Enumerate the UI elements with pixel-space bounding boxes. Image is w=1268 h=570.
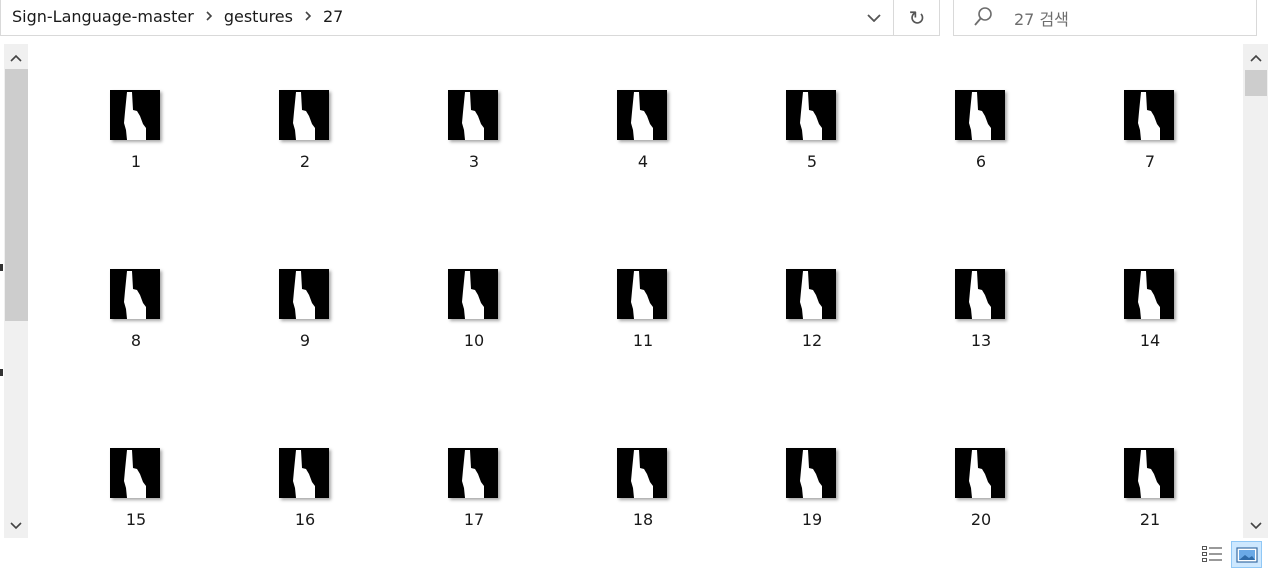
file-item[interactable]: 17 <box>414 448 534 558</box>
file-item[interactable]: 4 <box>583 90 703 200</box>
file-name-label: 18 <box>632 510 654 529</box>
breadcrumb-item-gestures[interactable]: gestures <box>224 7 293 26</box>
chevron-right-icon[interactable] <box>299 5 317 27</box>
scroll-up-arrow-icon[interactable] <box>4 46 28 70</box>
hand-gesture-thumbnail <box>110 269 160 319</box>
hand-gesture-thumbnail <box>279 448 329 498</box>
file-item[interactable]: 20 <box>921 448 1041 558</box>
hand-gesture-thumbnail <box>955 90 1005 140</box>
file-name-label: 12 <box>801 331 823 350</box>
file-name-label: 10 <box>463 331 485 350</box>
hand-gesture-thumbnail <box>786 90 836 140</box>
file-name-label: 11 <box>632 331 654 350</box>
file-name-label: 14 <box>1139 331 1161 350</box>
file-name-label: 3 <box>468 152 480 171</box>
file-name-label: 5 <box>806 152 818 171</box>
file-name-label: 20 <box>970 510 992 529</box>
hand-gesture-thumbnail <box>110 448 160 498</box>
file-name-label: 7 <box>1144 152 1156 171</box>
file-name-label: 2 <box>299 152 311 171</box>
hand-gesture-thumbnail <box>110 90 160 140</box>
file-item[interactable]: 7 <box>1090 90 1210 200</box>
file-item[interactable]: 13 <box>921 269 1041 379</box>
file-item[interactable]: 3 <box>414 90 534 200</box>
file-name-label: 6 <box>975 152 987 171</box>
search-input[interactable]: 27 검색 <box>1014 6 1069 30</box>
hand-gesture-thumbnail <box>617 269 667 319</box>
details-view-button[interactable] <box>1201 544 1223 564</box>
breadcrumb-item-27[interactable]: 27 <box>323 7 343 26</box>
hand-gesture-thumbnail <box>617 90 667 140</box>
hand-gesture-thumbnail <box>448 269 498 319</box>
file-item[interactable]: 1 <box>76 90 196 200</box>
file-item[interactable]: 2 <box>245 90 365 200</box>
file-name-label: 1 <box>130 152 142 171</box>
file-name-label: 15 <box>125 510 147 529</box>
file-item[interactable]: 16 <box>245 448 365 558</box>
file-item[interactable]: 6 <box>921 90 1041 200</box>
navigation-pane-scroll-thumb[interactable] <box>5 69 28 321</box>
file-name-label: 4 <box>637 152 649 171</box>
file-name-label: 17 <box>463 510 485 529</box>
file-name-label: 9 <box>299 331 311 350</box>
hand-gesture-thumbnail <box>1124 448 1174 498</box>
details-view-icon <box>1202 546 1222 562</box>
file-item[interactable]: 21 <box>1090 448 1210 558</box>
large-icons-view-button[interactable] <box>1231 541 1262 568</box>
hand-gesture-thumbnail <box>279 90 329 140</box>
divider <box>893 0 894 36</box>
file-item[interactable]: 10 <box>414 269 534 379</box>
file-name-label: 19 <box>801 510 823 529</box>
hand-gesture-thumbnail <box>786 448 836 498</box>
file-item[interactable]: 15 <box>76 448 196 558</box>
chevron-down-icon <box>867 13 881 22</box>
refresh-icon: ↻ <box>908 5 926 30</box>
file-item[interactable]: 9 <box>245 269 365 379</box>
scroll-down-arrow-icon[interactable] <box>4 514 28 538</box>
breadcrumb-item-sign-language-master[interactable]: Sign-Language-master <box>12 7 194 26</box>
hand-gesture-thumbnail <box>279 269 329 319</box>
file-name-label: 16 <box>294 510 316 529</box>
edge-mark <box>0 369 3 376</box>
file-name-label: 21 <box>1139 510 1161 529</box>
large-icons-view-icon <box>1235 546 1258 563</box>
file-name-label: 13 <box>970 331 992 350</box>
file-item[interactable]: 8 <box>76 269 196 379</box>
file-item[interactable]: 14 <box>1090 269 1210 379</box>
file-item[interactable]: 12 <box>752 269 872 379</box>
chevron-right-icon[interactable] <box>200 5 218 27</box>
refresh-button[interactable]: ↻ <box>895 1 939 34</box>
scroll-up-arrow-icon[interactable] <box>1244 46 1268 70</box>
hand-gesture-thumbnail <box>1124 269 1174 319</box>
search-box[interactable]: 27 검색 <box>953 0 1257 36</box>
content-scrollbar[interactable] <box>1243 44 1268 538</box>
search-icon <box>974 7 992 26</box>
file-item[interactable]: 5 <box>752 90 872 200</box>
hand-gesture-thumbnail <box>448 448 498 498</box>
recent-locations-dropdown-button[interactable] <box>857 1 891 34</box>
file-name-label: 8 <box>130 331 142 350</box>
scroll-down-arrow-icon[interactable] <box>1244 514 1268 538</box>
file-item[interactable]: 19 <box>752 448 872 558</box>
hand-gesture-thumbnail <box>955 269 1005 319</box>
hand-gesture-thumbnail <box>955 448 1005 498</box>
hand-gesture-thumbnail <box>448 90 498 140</box>
file-item[interactable]: 11 <box>583 269 703 379</box>
edge-mark <box>0 264 3 271</box>
content-scroll-thumb[interactable] <box>1245 70 1267 96</box>
hand-gesture-thumbnail <box>786 269 836 319</box>
hand-gesture-thumbnail <box>1124 90 1174 140</box>
hand-gesture-thumbnail <box>617 448 667 498</box>
breadcrumb: Sign-Language-master gestures 27 <box>12 5 343 27</box>
address-bar[interactable]: Sign-Language-master gestures 27 ↻ <box>0 0 940 36</box>
file-item[interactable]: 18 <box>583 448 703 558</box>
